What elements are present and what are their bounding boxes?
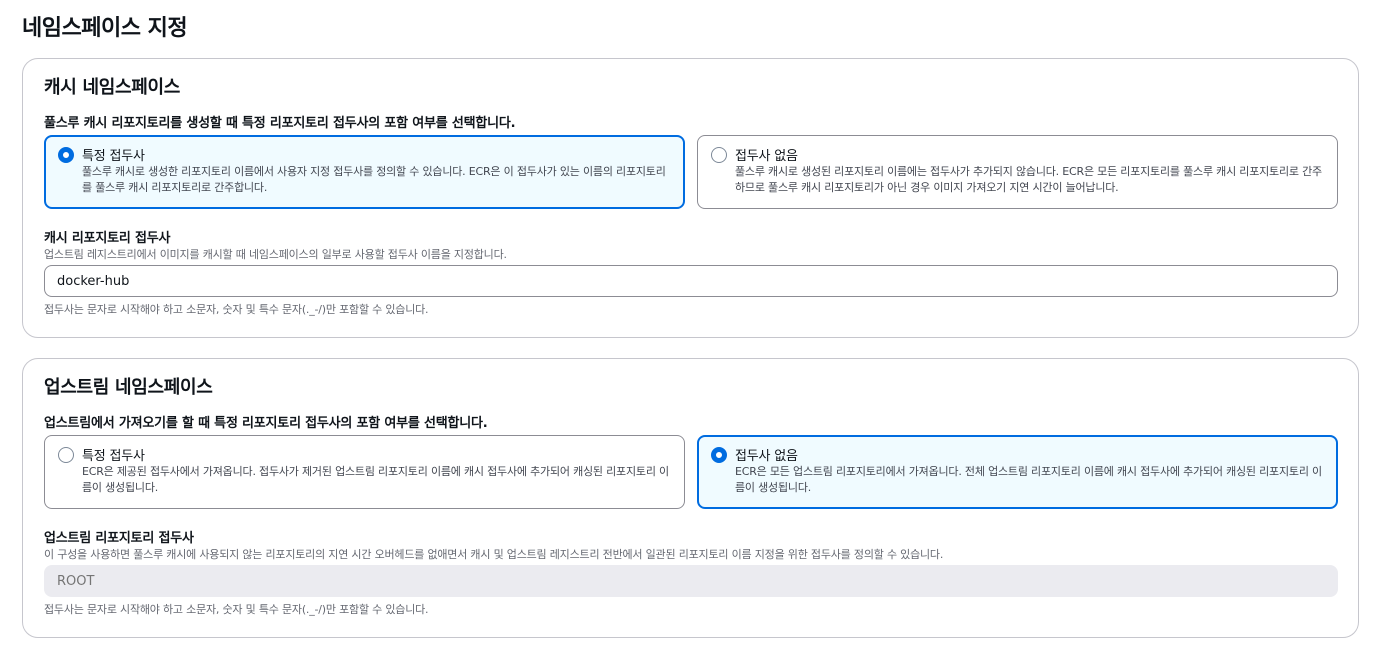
upstream-specific-prefix-tile[interactable]: 특정 접두사 ECR은 제공된 접두사에서 가져옵니다. 접두사가 제거된 업스… xyxy=(44,435,685,509)
page-title: 네임스페이스 지정 xyxy=(22,16,188,41)
cache-repository-prefix-description: 업스트림 레지스트리에서 이미지를 캐시할 때 네임스페이스의 일부로 사용할 … xyxy=(44,248,507,261)
upstream-prefix-choice-label: 업스트림에서 가져오기를 할 때 특정 리포지토리 접두사의 포함 여부를 선택… xyxy=(44,416,488,431)
cache-repository-prefix-label: 캐시 리포지토리 접두사 xyxy=(44,231,171,246)
upstream-namespace-title: 업스트림 네임스페이스 xyxy=(44,377,213,398)
upstream-repository-prefix-description: 이 구성을 사용하면 풀스루 캐시에 사용되지 않는 리포지토리의 지연 시간 … xyxy=(44,548,944,561)
upstream-repository-prefix-label: 업스트림 리포지토리 접두사 xyxy=(44,531,194,546)
cache-no-prefix-tile[interactable]: 접두사 없음 풀스루 캐시로 생성된 리포지토리 이름에는 접두사가 추가되지 … xyxy=(697,135,1338,209)
cache-specific-prefix-tile[interactable]: 특정 접두사 풀스루 캐시로 생성한 리포지토리 이름에서 사용자 지정 접두사… xyxy=(44,135,685,209)
upstream-repository-prefix-input xyxy=(44,565,1338,597)
cache-namespace-title: 캐시 네임스페이스 xyxy=(44,77,181,98)
upstream-repository-prefix-constraint: 접두사는 문자로 시작해야 하고 소문자, 숫자 및 특수 문자(._-/)만 … xyxy=(44,603,429,616)
cache-specific-prefix-radio[interactable] xyxy=(58,147,74,163)
upstream-no-prefix-tile[interactable]: 접두사 없음 ECR은 모든 업스트림 리포지토리에서 가져옵니다. 전체 업스… xyxy=(697,435,1338,509)
upstream-no-prefix-radio[interactable] xyxy=(711,447,727,463)
upstream-no-prefix-description: ECR은 모든 업스트림 리포지토리에서 가져옵니다. 전체 업스트림 리포지토… xyxy=(735,465,1322,494)
upstream-specific-prefix-title: 특정 접두사 xyxy=(82,449,145,464)
upstream-specific-prefix-description: ECR은 제공된 접두사에서 가져옵니다. 접두사가 제거된 업스트림 리포지토… xyxy=(82,465,669,494)
upstream-specific-prefix-radio[interactable] xyxy=(58,447,74,463)
cache-repository-prefix-constraint: 접두사는 문자로 시작해야 하고 소문자, 숫자 및 특수 문자(._-/)만 … xyxy=(44,303,429,316)
upstream-namespace-container: 업스트림 네임스페이스 업스트림에서 가져오기를 할 때 특정 리포지토리 접두… xyxy=(22,358,1359,638)
cache-no-prefix-radio[interactable] xyxy=(711,147,727,163)
cache-no-prefix-title: 접두사 없음 xyxy=(735,149,798,164)
cache-specific-prefix-title: 특정 접두사 xyxy=(82,149,145,164)
cache-prefix-choice-label: 풀스루 캐시 리포지토리를 생성할 때 특정 리포지토리 접두사의 포함 여부를… xyxy=(44,116,516,131)
upstream-no-prefix-title: 접두사 없음 xyxy=(735,449,798,464)
cache-no-prefix-description: 풀스루 캐시로 생성된 리포지토리 이름에는 접두사가 추가되지 않습니다. E… xyxy=(735,165,1322,194)
cache-namespace-container: 캐시 네임스페이스 풀스루 캐시 리포지토리를 생성할 때 특정 리포지토리 접… xyxy=(22,58,1359,338)
cache-specific-prefix-description: 풀스루 캐시로 생성한 리포지토리 이름에서 사용자 지정 접두사를 정의할 수… xyxy=(82,165,666,194)
cache-repository-prefix-input[interactable] xyxy=(44,265,1338,297)
